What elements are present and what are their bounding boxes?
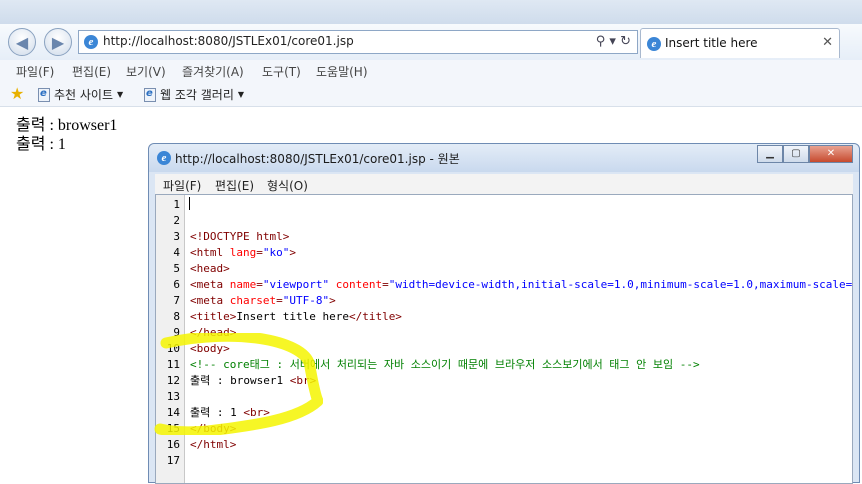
- source-line: 1: [156, 197, 852, 213]
- tab-title: Insert title here: [665, 36, 758, 50]
- line-number: 1: [173, 198, 180, 211]
- menu-favorites[interactable]: 즐겨찾기(A): [182, 63, 244, 80]
- code-token: <meta: [190, 294, 230, 307]
- line-number: 3: [173, 230, 180, 243]
- line-number: 8: [173, 310, 180, 323]
- menu-help[interactable]: 도움말(H): [316, 63, 368, 80]
- code-token: lang: [229, 246, 257, 259]
- source-line: 4 <html lang="ko">: [156, 245, 852, 261]
- source-line: 7 <meta charset="UTF-8">: [156, 293, 852, 309]
- source-code: <head>: [190, 261, 230, 277]
- taskbar-strip: [0, 0, 862, 24]
- code-token: >: [329, 294, 336, 307]
- source-menu-format[interactable]: 형식(O): [267, 177, 308, 194]
- code-token: <html: [190, 246, 230, 259]
- source-code: <title>Insert title here</title>: [190, 309, 402, 325]
- code-token: <head>: [190, 262, 230, 275]
- ie-window-icon: e: [157, 151, 171, 165]
- line-number: 5: [173, 262, 180, 275]
- code-token: "width=device-width,initial-scale=1.0,mi…: [388, 278, 853, 291]
- source-code: <meta name="viewport" content="width=dev…: [190, 277, 853, 293]
- favorites-bar: ★ 추천 사이트 ▼ 웹 조각 갤러리 ▼: [0, 82, 862, 107]
- source-line: 6 <meta name="viewport" content="width=de…: [156, 277, 853, 293]
- menu-edit[interactable]: 편집(E): [72, 63, 111, 80]
- line-number: 16: [166, 438, 180, 451]
- minimize-button[interactable]: ▁: [757, 145, 783, 163]
- page-icon: [38, 87, 50, 102]
- output-line: 출력 : browser1: [16, 117, 118, 134]
- code-token: =: [256, 246, 263, 259]
- forward-button[interactable]: ▶: [44, 28, 72, 56]
- back-button[interactable]: ◀: [8, 28, 36, 56]
- line-number: 7: [173, 294, 180, 307]
- source-line: 3 <!DOCTYPE html>: [156, 229, 852, 245]
- back-arrow-icon: ◀: [15, 32, 29, 52]
- search-icon[interactable]: ⚲ ▾ ↻: [596, 34, 631, 49]
- line-number: 2: [173, 214, 180, 227]
- source-code: <!DOCTYPE html>: [190, 229, 289, 245]
- source-line: 2: [156, 213, 852, 229]
- favorite-label: 추천 사이트: [54, 88, 114, 102]
- address-bar[interactable]: e http://localhost:8080/JSTLEx01/core01.…: [78, 30, 638, 54]
- source-line: 8 <title>Insert title here</title>: [156, 309, 852, 325]
- code-token: </title>: [348, 310, 402, 323]
- ie-page-icon: e: [84, 35, 98, 49]
- code-token: content: [335, 278, 383, 291]
- window-controls: ▁ ▢ ✕: [757, 145, 853, 163]
- chevron-down-icon: ▼: [237, 90, 245, 99]
- address-url[interactable]: http://localhost:8080/JSTLEx01/core01.js…: [103, 34, 354, 48]
- menu-view[interactable]: 보기(V): [126, 63, 166, 80]
- source-line: 5 <head>: [156, 261, 852, 277]
- code-token: =: [276, 294, 283, 307]
- code-token: charset: [229, 294, 277, 307]
- close-tab-icon[interactable]: ✕: [822, 35, 833, 50]
- code-token: "viewport": [262, 278, 330, 291]
- line-number: 4: [173, 246, 180, 259]
- source-menu-file[interactable]: 파일(F): [163, 177, 201, 194]
- output-line: 출력 : 1: [16, 136, 66, 153]
- code-token: </html>: [190, 438, 237, 451]
- code-token: "UTF-8": [282, 294, 330, 307]
- source-menu-edit[interactable]: 편집(E): [215, 177, 254, 194]
- source-line: 17: [156, 453, 852, 469]
- source-menubar: 파일(F) 편집(E) 형식(O): [155, 174, 853, 194]
- code-token: >: [289, 246, 296, 259]
- source-line: 16 </html>: [156, 437, 852, 453]
- code-token: Insert title here: [236, 310, 349, 323]
- code-token: <title>: [190, 310, 237, 323]
- favorite-label: 웹 조각 갤러리: [160, 88, 234, 102]
- source-window-title: http://localhost:8080/JSTLEx01/core01.js…: [175, 152, 460, 166]
- code-token: <meta: [190, 278, 230, 291]
- maximize-button[interactable]: ▢: [783, 145, 809, 163]
- menu-tools[interactable]: 도구(T): [262, 63, 301, 80]
- browser-menubar: 파일(F) 편집(E) 보기(V) 즐겨찾기(A) 도구(T) 도움말(H): [0, 60, 862, 82]
- ie-tab-icon: e: [647, 37, 661, 51]
- code-token: name: [229, 278, 257, 291]
- page-content: 출력 : browser1 출력 : 1: [16, 116, 117, 154]
- source-code: <meta charset="UTF-8">: [190, 293, 336, 309]
- page-icon: [144, 87, 156, 102]
- close-button[interactable]: ✕: [809, 145, 853, 163]
- menu-file[interactable]: 파일(F): [16, 63, 54, 80]
- highlighter-annotation: [154, 333, 323, 435]
- favorite-suggested-sites[interactable]: 추천 사이트 ▼: [38, 86, 123, 103]
- chevron-down-icon: ▼: [117, 90, 124, 99]
- browser-tab[interactable]: e Insert title here ✕: [640, 28, 840, 58]
- source-code: </html>: [190, 437, 236, 453]
- line-number: 6: [173, 278, 180, 291]
- code-token: =: [256, 278, 263, 291]
- source-code: <html lang="ko">: [190, 245, 296, 261]
- navigation-bar: ◀ ▶ e http://localhost:8080/JSTLEx01/cor…: [0, 24, 862, 61]
- code-token: =: [382, 278, 389, 291]
- source-window-titlebar[interactable]: e http://localhost:8080/JSTLEx01/core01.…: [149, 144, 859, 172]
- favorite-web-slice-gallery[interactable]: 웹 조각 갤러리 ▼: [144, 86, 244, 103]
- line-number: 17: [166, 454, 180, 467]
- forward-arrow-icon: ▶: [51, 32, 65, 52]
- code-token: "ko": [262, 246, 290, 259]
- favorites-star-icon[interactable]: ★: [10, 84, 24, 103]
- code-token: <!DOCTYPE html>: [190, 230, 290, 243]
